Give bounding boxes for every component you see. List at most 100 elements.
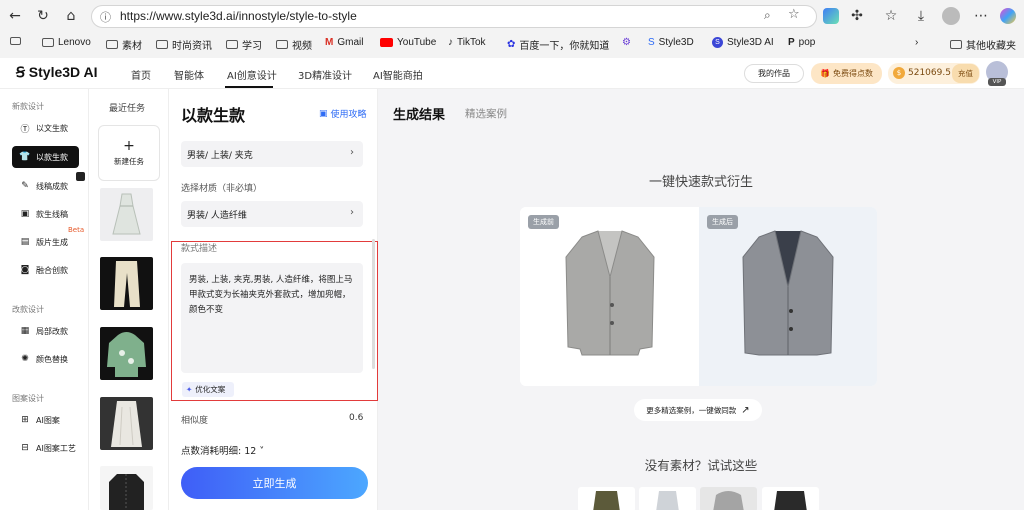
bookmark-gear[interactable]: ⚙ (622, 37, 631, 48)
description-label: 款式描述 (181, 244, 218, 254)
bookmark-youtube[interactable]: YouTube (380, 37, 436, 48)
nav-3d-design[interactable]: 3D精准设计 (298, 67, 352, 82)
task-thumb-dress[interactable] (100, 188, 153, 241)
bookmark-video[interactable]: 视频 (276, 37, 312, 52)
recent-tasks-title: 最近任务 (109, 104, 146, 114)
bookmark-tiktok[interactable]: ♪ TikTok (448, 37, 486, 48)
sample-thumb-jacket[interactable] (762, 487, 819, 510)
bookmark-lenovo[interactable]: Lenovo (42, 37, 91, 48)
bookmark-sucai[interactable]: 素材 (106, 37, 142, 52)
form-panel: 以款生款 ▣ 使用攻略 男装/ 上装/ 夹克 › 选择材质（非必填） 男装/ 人造纤… (168, 89, 378, 510)
generate-button[interactable]: 立即生成 (181, 467, 368, 499)
category-select[interactable]: 男装/ 上装/ 夹克 › (181, 141, 363, 167)
recharge-button[interactable]: 充值 (952, 64, 979, 83)
task-thumb-trousers[interactable] (100, 257, 153, 310)
sidebar-item-ai-pattern-craft[interactable]: ⊟ AI图案工艺 (12, 437, 79, 459)
downloads-icon[interactable]: ⤓ (912, 7, 930, 25)
section-modify-design: 改款设计 (12, 305, 44, 314)
sidebar-item-style-to-sketch[interactable]: ▣ 款生线稿 (12, 203, 79, 225)
sample-thumb-top[interactable] (639, 487, 696, 510)
vip-badge: VIP (988, 78, 1006, 86)
free-points-button[interactable]: 🎁 免费得点数 (811, 63, 882, 84)
tiktok-icon: ♪ (448, 37, 453, 48)
back-icon[interactable]: ← (6, 7, 24, 25)
folder-icon (226, 40, 238, 49)
beta-badge: Beta (68, 226, 85, 234)
sample-thumb-vest[interactable] (578, 487, 635, 510)
puzzle-icon[interactable]: ✣ (848, 7, 866, 25)
sidebar-item-style-to-style[interactable]: 👕 以款生款 (12, 146, 79, 168)
before-after-compare: 生成前 生成后 (520, 207, 877, 386)
site-info-icon[interactable]: ⓘ (100, 9, 111, 25)
bookmarks-bar: Lenovo 素材 时尚资讯 学习 视频 M Gmail YouTube ♪ Tik… (0, 32, 1024, 56)
bookmark-device-icon[interactable] (10, 37, 21, 45)
sidebar-item-ai-pattern[interactable]: ⊞ AI图案 (12, 409, 79, 431)
copilot-icon[interactable] (1000, 8, 1016, 24)
more-icon[interactable]: ⋯ (972, 7, 990, 25)
chevron-right-icon: › (350, 207, 354, 218)
more-cases-button[interactable]: 更多精选案例，一键做同款 ↗ (634, 399, 762, 421)
sidebar-item-fusion[interactable]: ◙ 融合创款 (12, 259, 79, 281)
sidebar-item-color-replace[interactable]: ✺ 颜色替换 (12, 348, 79, 370)
tab-cases[interactable]: 精选案例 (465, 106, 507, 121)
plus-icon: + (123, 138, 135, 154)
url-input[interactable]: ⓘ https://www.style3d.ai/innostyle/style… (91, 5, 817, 28)
bookmark-baidu[interactable]: ✿ 百度一下，你就知道 (507, 37, 609, 52)
sidebar-item-local-modify[interactable]: ▦ 局部改款 (12, 320, 79, 342)
bookmark-study[interactable]: 学习 (226, 37, 262, 52)
points-cost-detail[interactable]: 点数消耗明细: 12 ˅ (181, 443, 264, 457)
favorites-icon[interactable]: ☆ (882, 7, 900, 25)
section-pattern-design: 图案设计 (12, 394, 44, 403)
favorite-star-icon[interactable]: ☆ (788, 7, 800, 22)
optimize-text-button[interactable]: ✦ 优化文案 (182, 382, 234, 397)
after-image: 生成后 (699, 207, 877, 386)
before-image: 生成前 (520, 207, 699, 386)
nav-ai-photo[interactable]: AI智能商拍 (373, 67, 423, 82)
nav-active-indicator (225, 86, 273, 88)
bookmark-style3d[interactable]: S Style3D (648, 37, 694, 48)
refresh-icon[interactable]: ↻ (34, 7, 52, 25)
local-edit-icon: ▦ (20, 326, 30, 336)
sidebar-item-pattern-gen[interactable]: ▤ 版片生成 (12, 231, 79, 253)
bookmark-fashion[interactable]: 时尚资讯 (156, 37, 212, 52)
home-icon[interactable]: ⌂ (62, 7, 80, 25)
task-thumb-jacket[interactable] (100, 466, 153, 510)
sidebar-item-text-to-style[interactable]: Ⓣ 以文生款 (12, 117, 79, 139)
nav-home[interactable]: 首页 (131, 67, 151, 82)
my-works-button[interactable]: 我的作品 (744, 64, 804, 83)
logo[interactable]: Ꞩ Style3D AI (16, 64, 98, 81)
section-new-design: 新款设计 (12, 102, 44, 111)
material-select[interactable]: 男装/ 人造纤维 › (181, 201, 363, 227)
nav-agent[interactable]: 智能体 (174, 67, 204, 82)
arrow-up-right-icon: ↗ (741, 404, 750, 416)
bookmark-pop[interactable]: Ppop (788, 37, 815, 48)
folder-icon (950, 40, 962, 49)
folder-icon (42, 38, 54, 47)
new-task-button[interactable]: + 新建任务 (98, 125, 160, 181)
task-thumb-skirt[interactable] (100, 397, 153, 450)
craft-icon: ⊟ (21, 443, 29, 453)
bookmark-gmail[interactable]: M Gmail (325, 37, 363, 48)
tab-result[interactable]: 生成结果 (393, 104, 445, 123)
bookmarks-overflow-icon[interactable]: › (915, 37, 918, 48)
coin-balance[interactable]: $ 521069.5 充值 (888, 63, 980, 84)
similarity-value[interactable]: 0.6 (349, 413, 363, 423)
zoom-icon[interactable]: ⌕ (764, 8, 771, 23)
gift-icon: 🎁 (820, 69, 830, 78)
profile-avatar[interactable] (942, 7, 960, 25)
coin-icon: $ (893, 67, 905, 79)
nav-ai-creative[interactable]: AI创意设计 (227, 67, 277, 82)
description-textarea[interactable]: 男装, 上装, 夹克,男装, 人造纤维，将图上马甲款式变为长袖夹克外套款式，增加… (181, 263, 363, 373)
sidebar-item-sketch-to-style[interactable]: ✎ 线稿成款 (12, 175, 79, 197)
guide-link[interactable]: ▣ 使用攻略 (319, 107, 367, 121)
bookmark-style3d-ai[interactable]: S Style3D AI (712, 37, 774, 48)
recent-tasks-panel: 最近任务 + 新建任务 (89, 89, 168, 510)
form-scrollbar[interactable] (372, 239, 375, 369)
user-avatar[interactable]: VIP (986, 61, 1008, 86)
sample-thumb-hoodie[interactable] (700, 487, 757, 510)
bookmark-other[interactable]: 其他收藏夹 (950, 37, 1016, 52)
chevron-right-icon: › (350, 147, 354, 158)
task-thumb-hoodie[interactable] (100, 327, 153, 380)
result-headline: 一键快速款式衍生 (648, 175, 753, 190)
extension-icon[interactable] (823, 8, 839, 24)
